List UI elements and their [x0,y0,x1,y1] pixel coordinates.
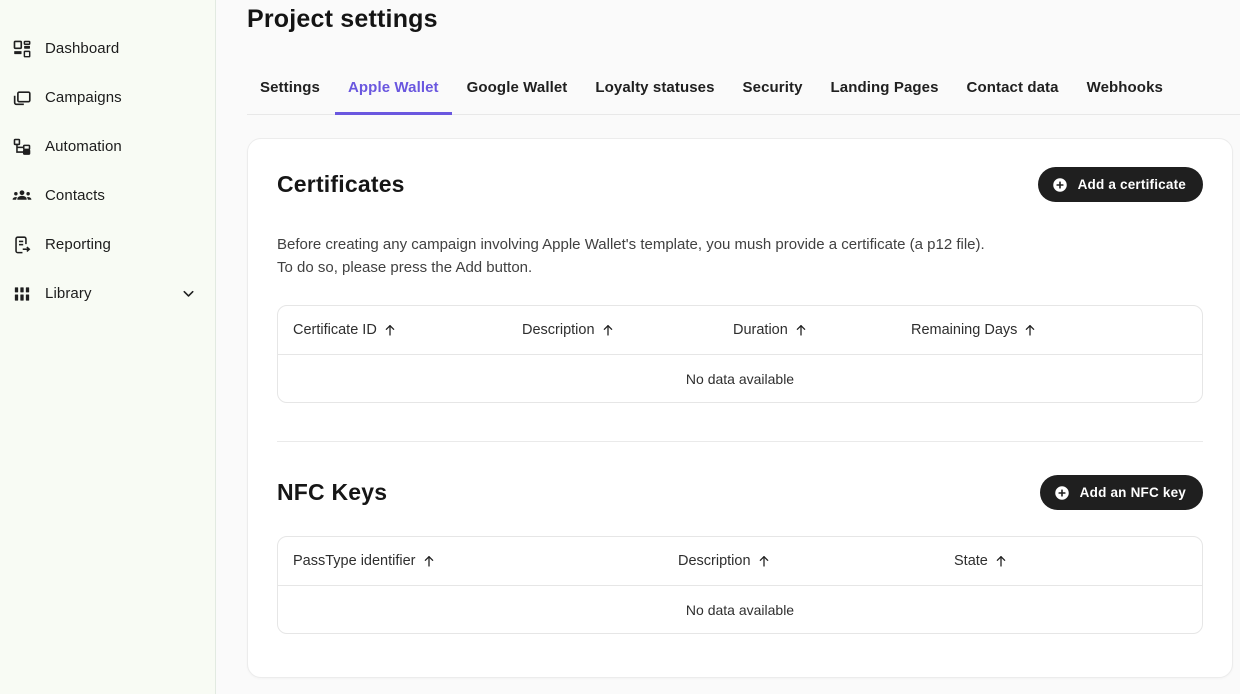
column-header-state[interactable]: State [939,537,1202,585]
scrollbar-track[interactable] [1240,0,1252,694]
nfc-keys-empty-state: No data available [278,585,1202,633]
sort-arrow-up-icon [756,553,772,569]
tab-google-wallet[interactable]: Google Wallet [454,65,581,115]
contacts-icon [11,185,33,207]
certificates-header: Certificates Add a certificate [277,167,1203,202]
main-content: Project settings Settings Apple Wallet G… [216,0,1252,694]
nfc-keys-table: PassType identifier Description State No… [277,536,1203,634]
sidebar: Dashboard Campaigns Automation Contacts [0,0,216,694]
sidebar-item-label: Automation [45,138,197,155]
certificates-table-header: Certificate ID Description Duration Rema… [278,306,1202,354]
sidebar-item-campaigns[interactable]: Campaigns [0,73,215,122]
column-header-duration[interactable]: Duration [718,306,896,354]
column-header-description[interactable]: Description [663,537,939,585]
sidebar-item-label: Campaigns [45,89,197,106]
certificates-description: Before creating any campaign involving A… [277,233,1203,279]
library-icon [11,283,33,305]
tab-webhooks[interactable]: Webhooks [1074,65,1176,115]
sort-arrow-up-icon [600,322,616,338]
automation-icon [11,136,33,158]
description-line-2: To do so, please press the Add button. [277,259,532,276]
tab-loyalty-statuses[interactable]: Loyalty statuses [582,65,727,115]
sidebar-item-dashboard[interactable]: Dashboard [0,24,215,73]
description-line-1: Before creating any campaign involving A… [277,236,985,253]
sidebar-item-label: Reporting [45,236,197,253]
tab-landing-pages[interactable]: Landing Pages [818,65,952,115]
nfc-keys-header: NFC Keys Add an NFC key [277,475,1203,510]
column-header-description[interactable]: Description [507,306,718,354]
page-title: Project settings [247,0,1252,34]
certificates-empty-state: No data available [278,354,1202,402]
chevron-down-icon [180,285,197,302]
sidebar-item-label: Dashboard [45,40,197,57]
tab-apple-wallet[interactable]: Apple Wallet [335,65,452,115]
sidebar-item-label: Library [45,285,180,302]
add-certificate-button[interactable]: Add a certificate [1038,167,1203,202]
column-header-remaining-days[interactable]: Remaining Days [896,306,1202,354]
apple-wallet-panel: Certificates Add a certificate Before cr… [247,138,1233,678]
reporting-icon [11,234,33,256]
sidebar-item-reporting[interactable]: Reporting [0,220,215,269]
column-header-passtype-identifier[interactable]: PassType identifier [278,537,663,585]
tab-security[interactable]: Security [730,65,816,115]
tab-contact-data[interactable]: Contact data [954,65,1072,115]
add-nfc-key-button[interactable]: Add an NFC key [1040,475,1203,510]
sidebar-item-contacts[interactable]: Contacts [0,171,215,220]
column-header-certificate-id[interactable]: Certificate ID [278,306,507,354]
sidebar-item-label: Contacts [45,187,197,204]
section-divider [277,441,1203,442]
sidebar-item-library[interactable]: Library [0,269,215,318]
sort-arrow-up-icon [993,553,1009,569]
certificates-table: Certificate ID Description Duration Rema… [277,305,1203,403]
sort-arrow-up-icon [793,322,809,338]
app-window: Dashboard Campaigns Automation Contacts [0,0,1252,694]
nfc-keys-title: NFC Keys [277,479,387,506]
nfc-keys-table-header: PassType identifier Description State [278,537,1202,585]
add-circle-icon [1051,176,1069,194]
tab-bar: Settings Apple Wallet Google Wallet Loya… [247,65,1252,115]
dashboard-icon [11,38,33,60]
sort-arrow-up-icon [382,322,398,338]
sort-arrow-up-icon [421,553,437,569]
certificates-title: Certificates [277,171,405,198]
tab-settings[interactable]: Settings [247,65,333,115]
sidebar-item-automation[interactable]: Automation [0,122,215,171]
sort-arrow-up-icon [1022,322,1038,338]
add-circle-icon [1053,484,1071,502]
campaigns-icon [11,87,33,109]
